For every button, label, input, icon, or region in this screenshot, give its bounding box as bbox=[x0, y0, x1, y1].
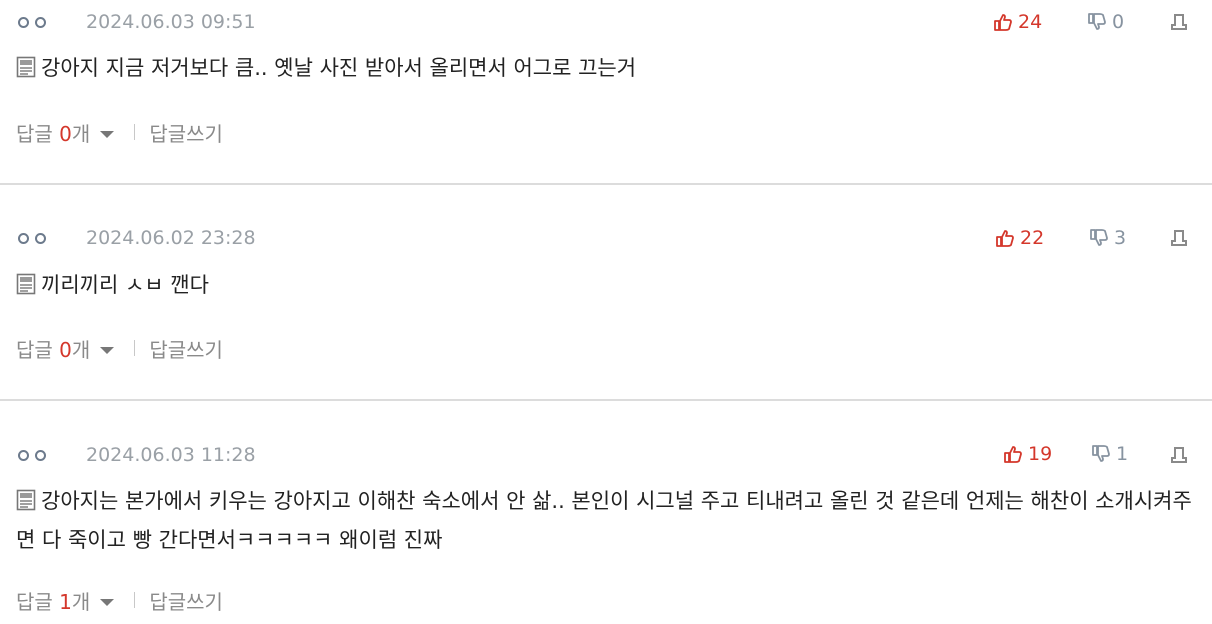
divider bbox=[134, 124, 136, 140]
vote-area: 0 bbox=[1086, 7, 1124, 37]
comment-item: 2024.06.03 11:28 19 1 강아지는 본가에서 키우는 강아지고… bbox=[0, 401, 1212, 624]
comment-meta: 2024.06.03 11:28 bbox=[18, 440, 256, 470]
dislike-button[interactable]: 0 bbox=[1086, 11, 1124, 33]
avatar-circles-icon[interactable] bbox=[18, 232, 68, 244]
avatar-circles-icon[interactable] bbox=[18, 16, 68, 28]
document-icon bbox=[16, 270, 36, 306]
caret-down-icon[interactable] bbox=[100, 130, 115, 138]
dislike-count: 3 bbox=[1114, 227, 1127, 249]
comment-body: 강아지 지금 저거보다 큼.. 옛날 사진 받아서 올리면서 어그로 끄는거 bbox=[16, 50, 1192, 89]
reply-count-button[interactable]: 답글 0개 bbox=[16, 334, 90, 363]
write-reply-button[interactable]: 답글쓰기 bbox=[149, 586, 223, 615]
comment-actions: 답글 1개 답글쓰기 bbox=[16, 585, 223, 615]
dislike-button[interactable]: 3 bbox=[1088, 227, 1126, 249]
comment-date: 2024.06.03 09:51 bbox=[86, 11, 256, 33]
thumbs-down-icon bbox=[1088, 227, 1110, 249]
like-button[interactable]: 19 bbox=[1002, 443, 1052, 465]
like-count: 19 bbox=[1028, 443, 1053, 465]
comment-meta: 2024.06.03 09:51 bbox=[18, 7, 256, 37]
report-icon[interactable] bbox=[1170, 445, 1188, 465]
comment-text: 강아지는 본가에서 키우는 강아지고 이해찬 숙소에서 안 삶.. 본인이 시그… bbox=[16, 489, 1192, 552]
document-icon bbox=[16, 53, 36, 89]
like-button[interactable]: 24 bbox=[992, 11, 1042, 33]
comment-meta: 2024.06.02 23:28 bbox=[18, 223, 256, 253]
comment-date: 2024.06.02 23:28 bbox=[86, 227, 256, 249]
dislike-button[interactable]: 1 bbox=[1090, 443, 1128, 465]
like-button[interactable]: 22 bbox=[994, 227, 1044, 249]
vote-area: 22 bbox=[994, 223, 1044, 253]
reply-count-button[interactable]: 답글 1개 bbox=[16, 586, 90, 615]
report-icon[interactable] bbox=[1170, 228, 1188, 248]
report-icon[interactable] bbox=[1170, 12, 1188, 32]
vote-area: 3 bbox=[1088, 223, 1126, 253]
like-count: 22 bbox=[1020, 227, 1045, 249]
write-reply-button[interactable]: 답글쓰기 bbox=[149, 118, 223, 147]
vote-area: 1 bbox=[1090, 439, 1128, 469]
comment-actions: 답글 0개 답글쓰기 bbox=[16, 117, 223, 147]
caret-down-icon[interactable] bbox=[100, 598, 115, 606]
thumbs-up-icon bbox=[992, 11, 1014, 33]
vote-area: 24 bbox=[992, 7, 1042, 37]
divider bbox=[134, 592, 136, 608]
dislike-count: 1 bbox=[1116, 443, 1129, 465]
thumbs-down-icon bbox=[1086, 11, 1108, 33]
document-icon bbox=[16, 486, 36, 522]
comment-item: 2024.06.03 09:51 24 0 강아지 지금 저거보다 큼.. 옛날… bbox=[0, 0, 1212, 184]
avatar-circles-icon[interactable] bbox=[18, 449, 68, 461]
dislike-count: 0 bbox=[1112, 11, 1125, 33]
divider bbox=[134, 340, 136, 356]
comment-body: 강아지는 본가에서 키우는 강아지고 이해찬 숙소에서 안 삶.. 본인이 시그… bbox=[16, 483, 1192, 558]
comment-text: 끼리끼리 ㅅㅂ 깬다 bbox=[41, 273, 209, 297]
write-reply-button[interactable]: 답글쓰기 bbox=[149, 334, 223, 363]
like-count: 24 bbox=[1018, 11, 1043, 33]
thumbs-down-icon bbox=[1090, 443, 1112, 465]
thumbs-up-icon bbox=[1002, 443, 1024, 465]
comment-body: 끼리끼리 ㅅㅂ 깬다 bbox=[16, 267, 1192, 306]
vote-area: 19 bbox=[1002, 439, 1052, 469]
comment-text: 강아지 지금 저거보다 큼.. 옛날 사진 받아서 올리면서 어그로 끄는거 bbox=[41, 56, 637, 80]
thumbs-up-icon bbox=[994, 227, 1016, 249]
caret-down-icon[interactable] bbox=[100, 346, 115, 354]
comment-actions: 답글 0개 답글쓰기 bbox=[16, 333, 223, 363]
comment-item: 2024.06.02 23:28 22 3 끼리끼리 ㅅㅂ 깬다 답글 0개 답… bbox=[0, 185, 1212, 400]
comment-date: 2024.06.03 11:28 bbox=[86, 444, 256, 466]
reply-count-button[interactable]: 답글 0개 bbox=[16, 118, 90, 147]
